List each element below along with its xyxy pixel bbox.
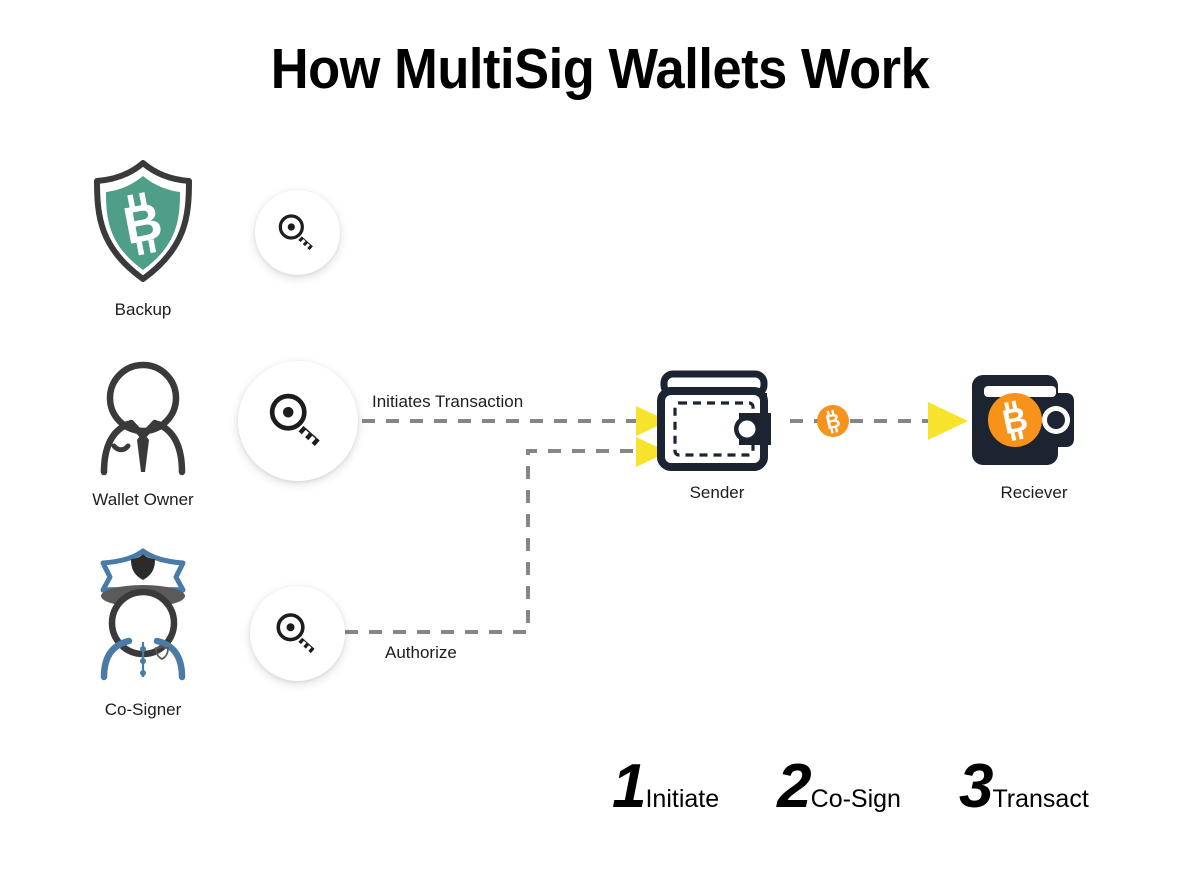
- key-icon: [278, 213, 313, 250]
- arrowhead-transfer: [928, 402, 968, 440]
- edge-authorize-line: [345, 449, 638, 634]
- actor-wallet-owner-label: Wallet Owner: [92, 490, 194, 509]
- edge-label-authorize: Authorize: [385, 643, 457, 662]
- step-label: Transact: [992, 785, 1089, 813]
- actor-wallet-owner-icon: [88, 360, 198, 476]
- wallet-owner-key-badge[interactable]: [238, 361, 358, 481]
- step-legend: 1 Initiate 2 Co-Sign 3 Transact: [612, 756, 1089, 818]
- actor-co-signer-icon: [84, 545, 202, 681]
- actor-backup-label: Backup: [114, 300, 172, 319]
- step-label: Initiate: [645, 785, 720, 813]
- step-number: 3: [958, 752, 994, 821]
- backup-key-badge[interactable]: [255, 190, 340, 275]
- step-label: Co-Sign: [810, 785, 901, 813]
- tie-icon: [137, 432, 149, 472]
- co-signer-key-badge[interactable]: [250, 586, 345, 681]
- wallet-receiver-label: Reciever: [1000, 483, 1068, 502]
- key-icon: [275, 612, 315, 653]
- step-item-3: 3 Transact: [959, 756, 1089, 818]
- pocket-icon: [111, 443, 131, 453]
- actor-backup-icon: B: [92, 160, 194, 282]
- uniform-button: [140, 670, 146, 676]
- step-item-1: 1 Initiate: [612, 756, 719, 818]
- wallet-sender-label: Sender: [689, 483, 745, 502]
- key-icon: [269, 393, 320, 446]
- bitcoin-coin-icon: B: [817, 405, 849, 437]
- clasp-ring: [738, 420, 756, 438]
- wallet-receiver-icon[interactable]: B: [970, 373, 1076, 469]
- uniform-button: [140, 646, 146, 652]
- step-item-2: 2 Co-Sign: [777, 756, 901, 818]
- actor-co-signer-label: Co-Signer: [104, 700, 182, 719]
- wallet-sender-icon[interactable]: [655, 370, 779, 471]
- step-number: 2: [777, 752, 812, 821]
- diagram-canvas: How MultiSig Wallets Work Initiates Tran…: [0, 0, 1200, 869]
- edge-label-initiates: Initiates Transaction: [372, 392, 524, 411]
- step-number: 1: [612, 752, 647, 821]
- uniform-button: [140, 658, 146, 664]
